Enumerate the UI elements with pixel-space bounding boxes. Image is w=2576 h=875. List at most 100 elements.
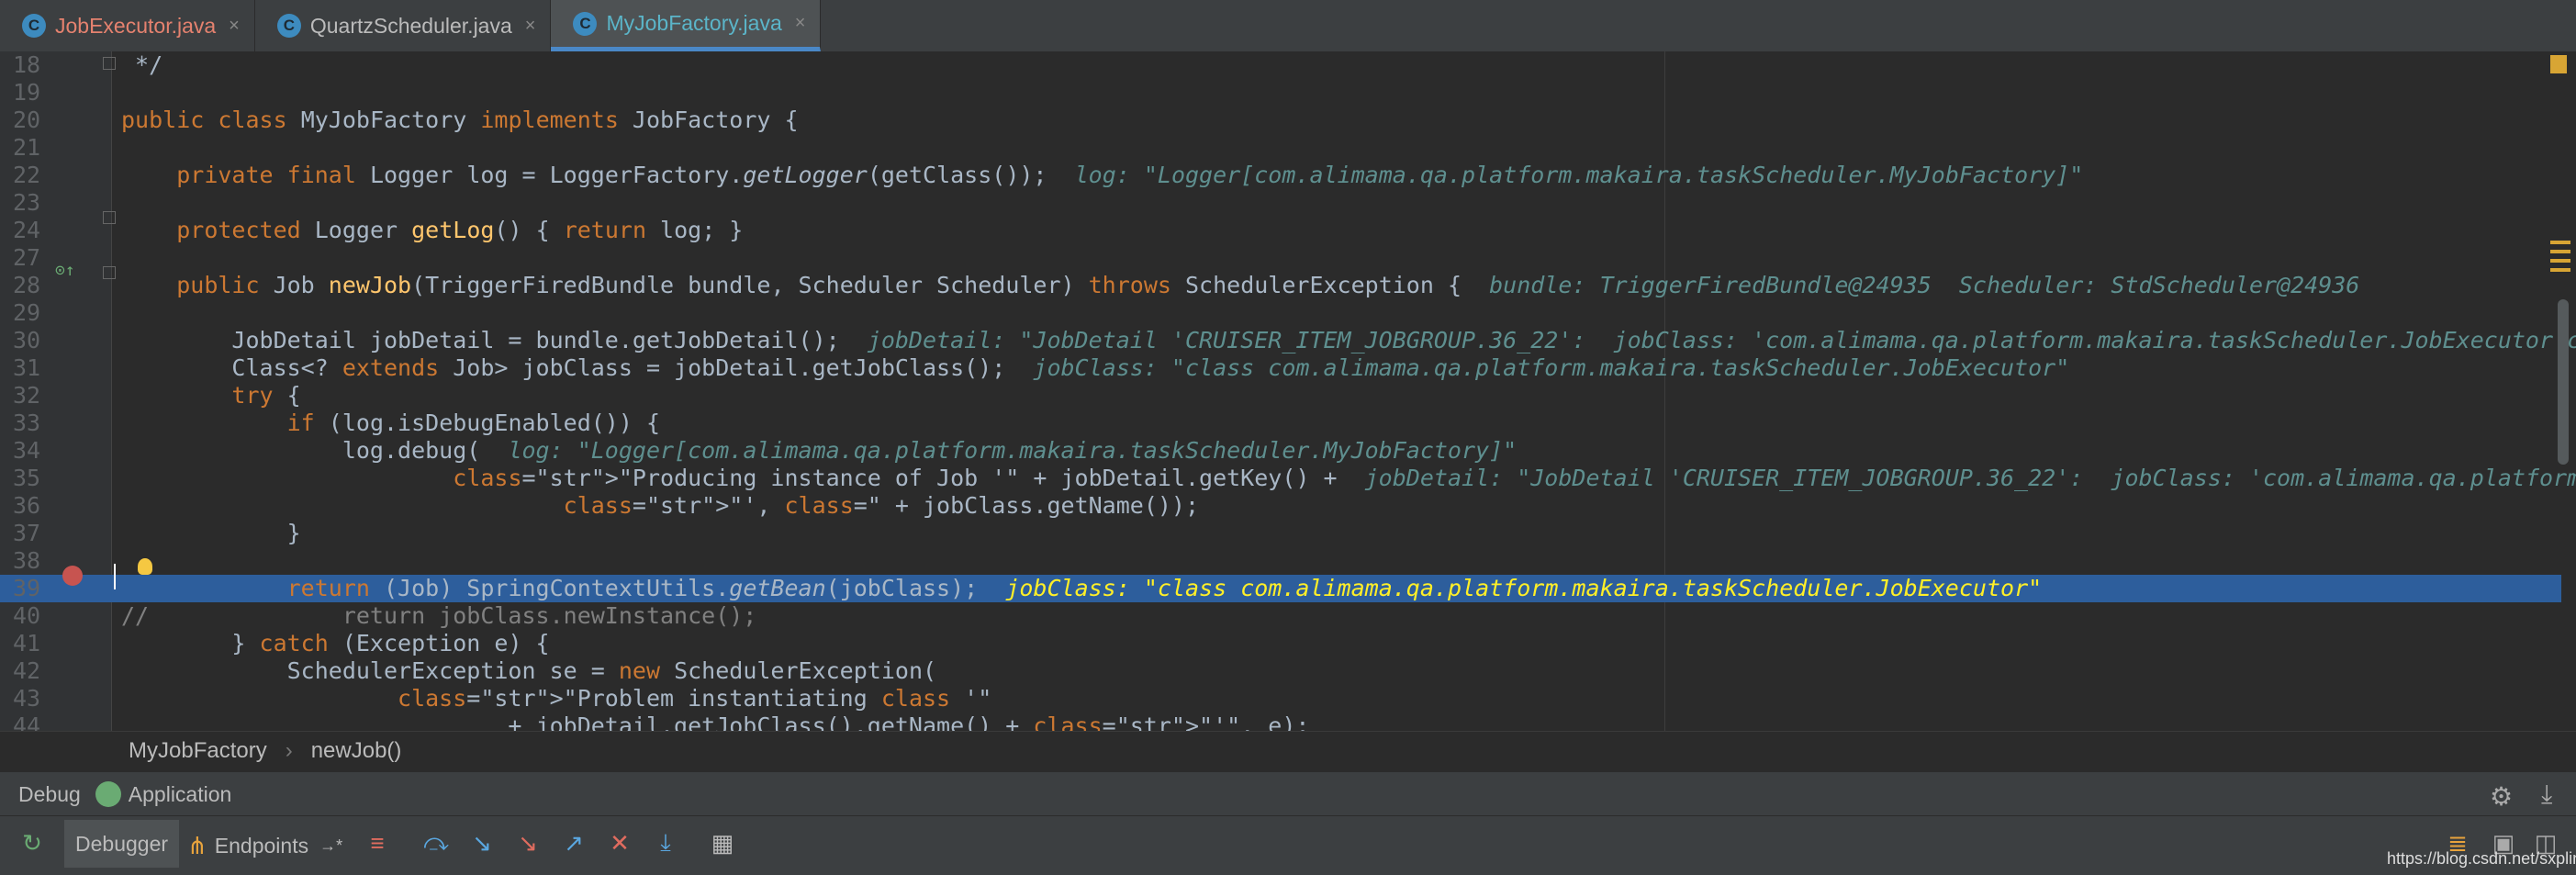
code-line[interactable]: 31 Class<? extends Job> jobClass = jobDe…	[0, 354, 2561, 382]
debug-toolbar: ↻ Debugger ⋔ Endpoints →* ≡ ⤼ ↘ ↘ ↗ ✕ ⤓ …	[0, 815, 2576, 875]
code-line[interactable]: 43 class="str">"Problem instantiating cl…	[0, 685, 2561, 712]
code-line[interactable]: 41 } catch (Exception e) {	[0, 630, 2561, 657]
text-caret	[114, 564, 116, 589]
line-number: 38	[13, 547, 41, 574]
close-icon[interactable]: ×	[229, 16, 240, 37]
code-line[interactable]: 32 try {	[0, 382, 2561, 409]
code-line[interactable]: 37 }	[0, 520, 2561, 547]
class-icon: C	[276, 14, 301, 38]
scroll-marker	[2550, 259, 2570, 263]
tab-endpoints[interactable]: ⋔ Endpoints →*	[187, 829, 342, 862]
line-number: 44	[13, 712, 41, 731]
code-line[interactable]: 21	[0, 134, 2561, 162]
breadcrumb-class[interactable]: MyJobFactory	[129, 738, 267, 764]
tab-debugger[interactable]: Debugger	[64, 820, 180, 868]
code-text: }	[121, 520, 301, 546]
tab-myjobfactory[interactable]: C MyJobFactory.java ×	[551, 0, 822, 51]
line-number: 29	[13, 299, 41, 326]
endpoints-tab-label: Endpoints	[214, 833, 309, 858]
class-icon: C	[573, 11, 598, 36]
debug-title: Debug	[18, 781, 81, 806]
code-text: } catch (Exception e) {	[121, 630, 550, 656]
code-line[interactable]: 19	[0, 79, 2561, 107]
code-line[interactable]: 33 if (log.isDebugEnabled()) {	[0, 409, 2561, 437]
code-line[interactable]: 23	[0, 189, 2561, 217]
tab-jobexecutor[interactable]: C JobExecutor.java ×	[0, 0, 255, 51]
restore-layout-icon[interactable]: →*	[319, 836, 342, 856]
hide-panel-icon[interactable]: ⤓	[2541, 780, 2552, 810]
code-text: protected Logger getLog() { return log; …	[176, 217, 744, 243]
code-text: class="str">"Problem instantiating class…	[398, 685, 992, 712]
code-line[interactable]: 38	[0, 547, 2561, 575]
line-number: 18	[13, 51, 41, 78]
line-number: 23	[13, 189, 41, 216]
run-to-cursor-icon[interactable]: ⤓	[650, 827, 681, 858]
code-line[interactable]: 35 class="str">"Producing instance of Jo…	[0, 465, 2576, 492]
line-number: 21	[13, 134, 41, 161]
fold-expand-icon[interactable]	[103, 211, 116, 224]
scroll-marker	[2550, 241, 2570, 244]
breakpoint-icon[interactable]	[62, 566, 83, 586]
line-number: 42	[13, 657, 41, 684]
evaluate-expression-icon[interactable]: ▦	[707, 827, 738, 858]
code-text: if (log.isDebugEnabled()) {	[286, 409, 661, 436]
step-into-icon[interactable]: ↘	[466, 827, 498, 858]
code-text: public class MyJobFactory implements Job…	[121, 107, 799, 133]
line-number: 22	[13, 162, 41, 188]
code-text: class="str">"', class=" + jobClass.getNa…	[563, 492, 1200, 519]
code-line[interactable]: 18 */	[0, 51, 2561, 79]
code-text: JobDetail jobDetail = bundle.getJobDetai…	[121, 327, 2576, 353]
code-line[interactable]: 36 class="str">"', class=" + jobClass.ge…	[0, 492, 2561, 520]
show-execution-point-icon[interactable]: ≡	[362, 827, 393, 858]
line-number: 24	[13, 217, 41, 243]
rerun-icon[interactable]: ↻	[17, 827, 48, 858]
fold-marker-icon[interactable]	[103, 266, 116, 279]
inspection-status-icon[interactable]	[2550, 55, 2567, 73]
code-line[interactable]: 34 log.debug( log: "Logger[com.alimama.q…	[0, 437, 2561, 465]
scroll-marker	[2550, 250, 2570, 253]
tab-quartzscheduler[interactable]: C QuartzScheduler.java ×	[255, 0, 552, 51]
code-line[interactable]: 28 public Job newJob(TriggerFiredBundle …	[0, 272, 2561, 299]
line-number: 41	[13, 630, 41, 656]
line-number: 19	[13, 79, 41, 106]
code-line[interactable]: 39 return (Job) SpringContextUtils.getBe…	[0, 575, 2561, 602]
editor-tab-bar: C JobExecutor.java × C QuartzScheduler.j…	[0, 0, 2576, 52]
code-text: Class<? extends Job> jobClass = jobDetai…	[121, 354, 2070, 381]
line-number: 27	[13, 244, 41, 271]
code-line[interactable]: 27	[0, 244, 2561, 272]
code-line[interactable]: 42 SchedulerException se = new Scheduler…	[0, 657, 2561, 685]
code-line[interactable]: 20 public class MyJobFactory implements J…	[0, 107, 2561, 134]
implements-method-icon[interactable]: ⊙↑	[55, 261, 75, 280]
code-text: */	[121, 51, 163, 78]
line-number: 31	[13, 354, 41, 381]
line-number: 35	[13, 465, 41, 491]
drop-frame-icon[interactable]: ✕	[604, 827, 635, 858]
code-editor[interactable]: 18 */19 20 public class MyJobFactory imple…	[0, 51, 2576, 731]
line-number: 36	[13, 492, 41, 519]
code-line[interactable]: 29	[0, 299, 2561, 327]
line-number: 28	[13, 272, 41, 298]
lightbulb-icon[interactable]	[138, 558, 152, 575]
code-line[interactable]: 40 // return jobClass.newInstance();	[0, 602, 2561, 630]
close-icon[interactable]: ×	[525, 16, 536, 37]
code-line[interactable]: 24 protected Logger getLog() { return lo…	[0, 217, 2561, 244]
debug-tool-window-header: Debug Application ⚙ ⤓	[0, 771, 2576, 816]
line-number: 32	[13, 382, 41, 409]
breadcrumb-method[interactable]: newJob()	[311, 738, 402, 764]
code-text: return (Job) SpringContextUtils.getBean(…	[286, 575, 2043, 601]
vertical-scrollbar[interactable]	[2558, 299, 2569, 465]
step-over-icon[interactable]: ⤼	[420, 827, 452, 858]
breadcrumb: MyJobFactory › newJob()	[0, 731, 2576, 770]
tab-label: MyJobFactory.java	[606, 11, 782, 35]
code-line[interactable]: 44 + jobDetail.getJobClass().getName() +…	[0, 712, 2561, 731]
run-configuration-label[interactable]: Application	[129, 782, 232, 807]
force-step-into-icon[interactable]: ↘	[512, 827, 543, 858]
close-icon[interactable]: ×	[795, 13, 806, 34]
code-line[interactable]: 30 JobDetail jobDetail = bundle.getJobDe…	[0, 327, 2576, 354]
step-out-icon[interactable]: ↗	[558, 827, 589, 858]
code-text: try {	[231, 382, 301, 409]
gear-icon[interactable]: ⚙	[2490, 781, 2513, 812]
endpoints-icon: ⋔	[187, 831, 207, 859]
code-line[interactable]: 22 private final Logger log = LoggerFact…	[0, 162, 2561, 189]
fold-marker-icon[interactable]	[103, 57, 116, 70]
